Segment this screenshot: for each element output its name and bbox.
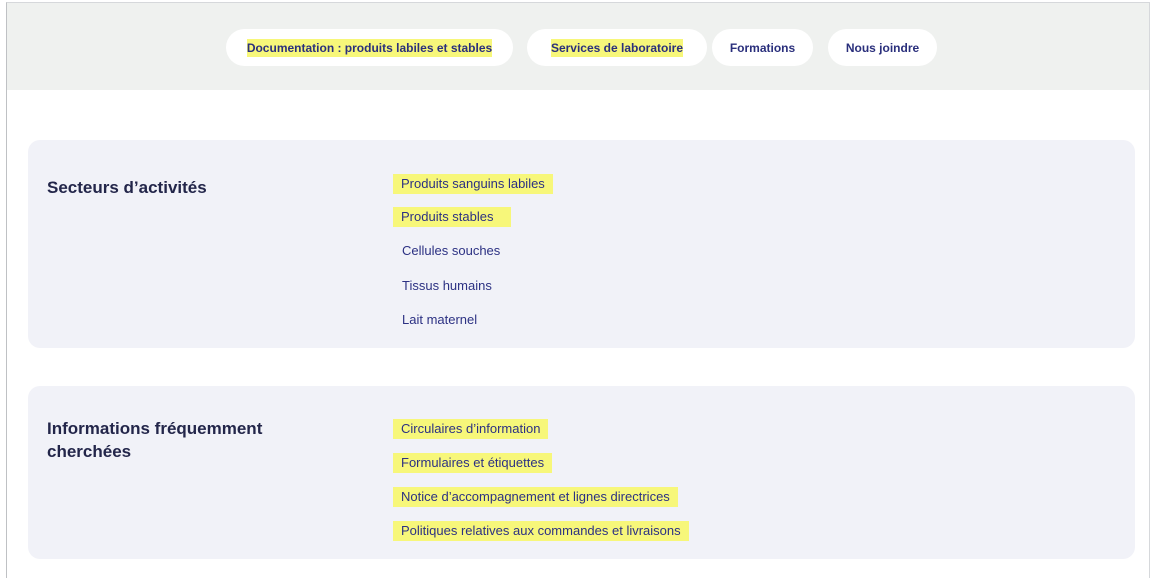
link-information-circulars[interactable]: Circulaires d’information	[393, 419, 549, 439]
nav-documentation-label: Documentation : produits labiles et stab…	[246, 38, 493, 57]
link-forms-labels-label: Formulaires et étiquettes	[393, 453, 553, 473]
link-human-tissues-label: Tissus humains	[402, 278, 492, 293]
link-human-tissues[interactable]: Tissus humains	[393, 276, 501, 296]
nav-contact-link[interactable]: Nous joindre	[828, 29, 937, 66]
link-order-delivery-policies[interactable]: Politiques relatives aux commandes et li…	[393, 521, 689, 541]
link-stem-cells-label: Cellules souches	[402, 243, 501, 258]
top-navigation-bar: Documentation : produits labiles et stab…	[7, 3, 1149, 90]
link-breast-milk-label: Lait maternel	[402, 312, 478, 327]
nav-contact-label: Nous joindre	[845, 40, 920, 55]
activity-sectors-card: Secteurs d’activités Produits sanguins l…	[28, 140, 1135, 348]
nav-laboratory-services-label: Services de laboratoire	[550, 38, 684, 57]
link-stable-products-label: Produits stables	[393, 207, 511, 227]
nav-training-link[interactable]: Formations	[712, 29, 813, 66]
link-labile-blood-products-label: Produits sanguins labiles	[393, 174, 553, 194]
nav-documentation-link[interactable]: Documentation : produits labiles et stab…	[226, 29, 513, 66]
link-accompanying-notice[interactable]: Notice d’accompagnement et lignes direct…	[393, 487, 678, 507]
link-order-delivery-policies-label: Politiques relatives aux commandes et li…	[393, 521, 689, 541]
link-forms-labels[interactable]: Formulaires et étiquettes	[393, 453, 553, 473]
nav-laboratory-services-link[interactable]: Services de laboratoire	[527, 29, 707, 66]
link-stable-products[interactable]: Produits stables	[393, 207, 511, 227]
frequent-info-heading: Informations fréquemment cherchées	[47, 419, 263, 461]
link-information-circulars-label: Circulaires d’information	[393, 419, 549, 439]
link-stem-cells[interactable]: Cellules souches	[393, 241, 509, 261]
link-accompanying-notice-label: Notice d’accompagnement et lignes direct…	[393, 487, 678, 507]
activity-sectors-heading: Secteurs d’activités	[47, 178, 207, 197]
nav-training-label: Formations	[729, 40, 796, 55]
link-breast-milk[interactable]: Lait maternel	[393, 310, 486, 330]
link-labile-blood-products[interactable]: Produits sanguins labiles	[393, 174, 553, 194]
frequent-info-card: Informations fréquemment cherchées Circu…	[28, 386, 1135, 559]
